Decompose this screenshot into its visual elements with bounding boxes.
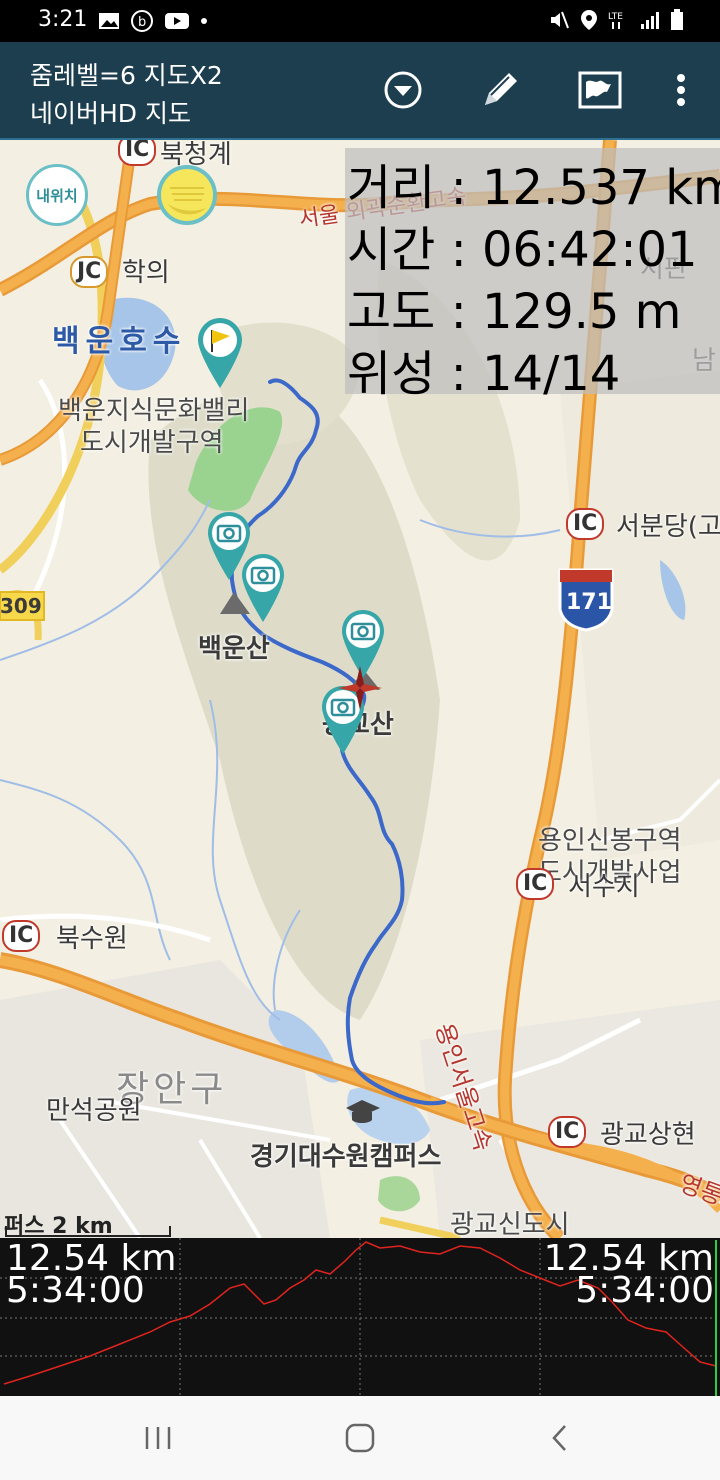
label-buksuwon: 북수원 [56, 924, 128, 954]
label-baegun-valley-2: 도시개발구역 [80, 428, 224, 458]
lte-icon: LTE [608, 12, 623, 29]
ic-badge-bukcheonggye: IC [118, 140, 157, 166]
altitude-readout: 고도 : 129.5 m [347, 284, 682, 340]
label-baegunsan: 백운산 [198, 634, 270, 664]
system-nav-bar [0, 1396, 720, 1480]
map-select-button[interactable] [574, 64, 626, 116]
map-type-text: 네이버HD 지도 [30, 99, 191, 128]
jc-badge: JC [70, 256, 109, 288]
label-haguui: 학의 [122, 258, 170, 288]
mute-icon [551, 11, 569, 29]
crosshair-icon [338, 666, 382, 710]
compass-icon[interactable] [156, 164, 218, 226]
svg-text:LTE: LTE [608, 12, 623, 22]
pencil-icon [485, 73, 517, 105]
my-location-label: 내위치 [36, 186, 78, 205]
youtube-icon [165, 13, 189, 29]
label-gwanggyo-sanghyeon: 광교상현 [600, 1120, 696, 1150]
dropdown-button[interactable] [377, 64, 429, 116]
status-time: 3:21 [38, 7, 88, 32]
status-right-icons: LTE [548, 9, 684, 31]
label-baegun-lake: 백운호수 [52, 324, 187, 359]
scale-bar [5, 1226, 171, 1237]
edit-button[interactable] [474, 64, 526, 116]
status-bar: 3:21 b LTE [0, 0, 720, 42]
back-icon [552, 1425, 566, 1451]
dot-icon [201, 18, 207, 24]
svg-text:b: b [138, 15, 146, 30]
recent-apps-button[interactable] [128, 1416, 188, 1460]
label-gwanggyo-new-town: 광교신도시 [450, 1210, 570, 1238]
more-options-button[interactable] [655, 64, 707, 116]
ic-badge-seobundang: IC [566, 508, 605, 540]
elev-right-time: 5:34:00 [575, 1270, 714, 1311]
satellites-readout: 위성 : 14/14 [347, 346, 621, 402]
chevron-down-circle-icon [384, 71, 422, 109]
my-location-button[interactable]: 내위치 [26, 164, 88, 226]
ic-badge-seosuji: IC [516, 868, 555, 900]
label-manseok-park: 만석공원 [46, 1096, 142, 1126]
location-icon [581, 10, 597, 30]
gallery-icon [99, 13, 119, 29]
label-seobundang: 서분당(고 [616, 512, 720, 542]
label-seosuji: 서수지 [568, 872, 640, 902]
home-icon [345, 1423, 375, 1453]
label-kyonggi-campus: 경기대수원캠퍼스 [250, 1142, 442, 1172]
b-app-icon: b [131, 10, 153, 32]
status-left-icons: b [98, 9, 208, 33]
recent-apps-icon [145, 1427, 171, 1449]
label-hwy-171: 171 [566, 590, 612, 615]
more-vert-icon [677, 74, 685, 106]
ic-badge-buksuwon: IC [2, 920, 41, 952]
home-button[interactable] [330, 1416, 390, 1460]
zoom-level-text: 줌레벨=6 지도X2 [30, 61, 223, 90]
app-bar: 줌레벨=6 지도X2 네이버HD 지도 [0, 42, 720, 140]
time-readout: 시간 : 06:42:01 [347, 222, 698, 278]
photo-marker-icon[interactable] [240, 552, 286, 624]
signal-icon [641, 12, 659, 29]
elevation-profile[interactable]: 12.54 km 5:34:00 12.54 km 5:34:00 [0, 1238, 720, 1396]
map-view[interactable]: IC 북청계 서울 외곽순환고속 JC 학의 백운호수 백운지식문화밸리 도시개… [0, 140, 720, 1238]
track-info-panel: 거리 : 12.537 km 시간 : 06:42:01 고도 : 129.5 … [345, 148, 720, 402]
back-button[interactable] [530, 1416, 590, 1460]
distance-readout: 거리 : 12.537 km [347, 160, 720, 216]
map-icon [578, 71, 622, 109]
ic-badge-gwanggyo: IC [548, 1116, 587, 1148]
start-flag-marker-icon[interactable] [196, 316, 244, 390]
battery-icon [671, 9, 683, 30]
label-road-309: 309 [0, 594, 42, 618]
elev-left-time: 5:34:00 [6, 1270, 145, 1311]
